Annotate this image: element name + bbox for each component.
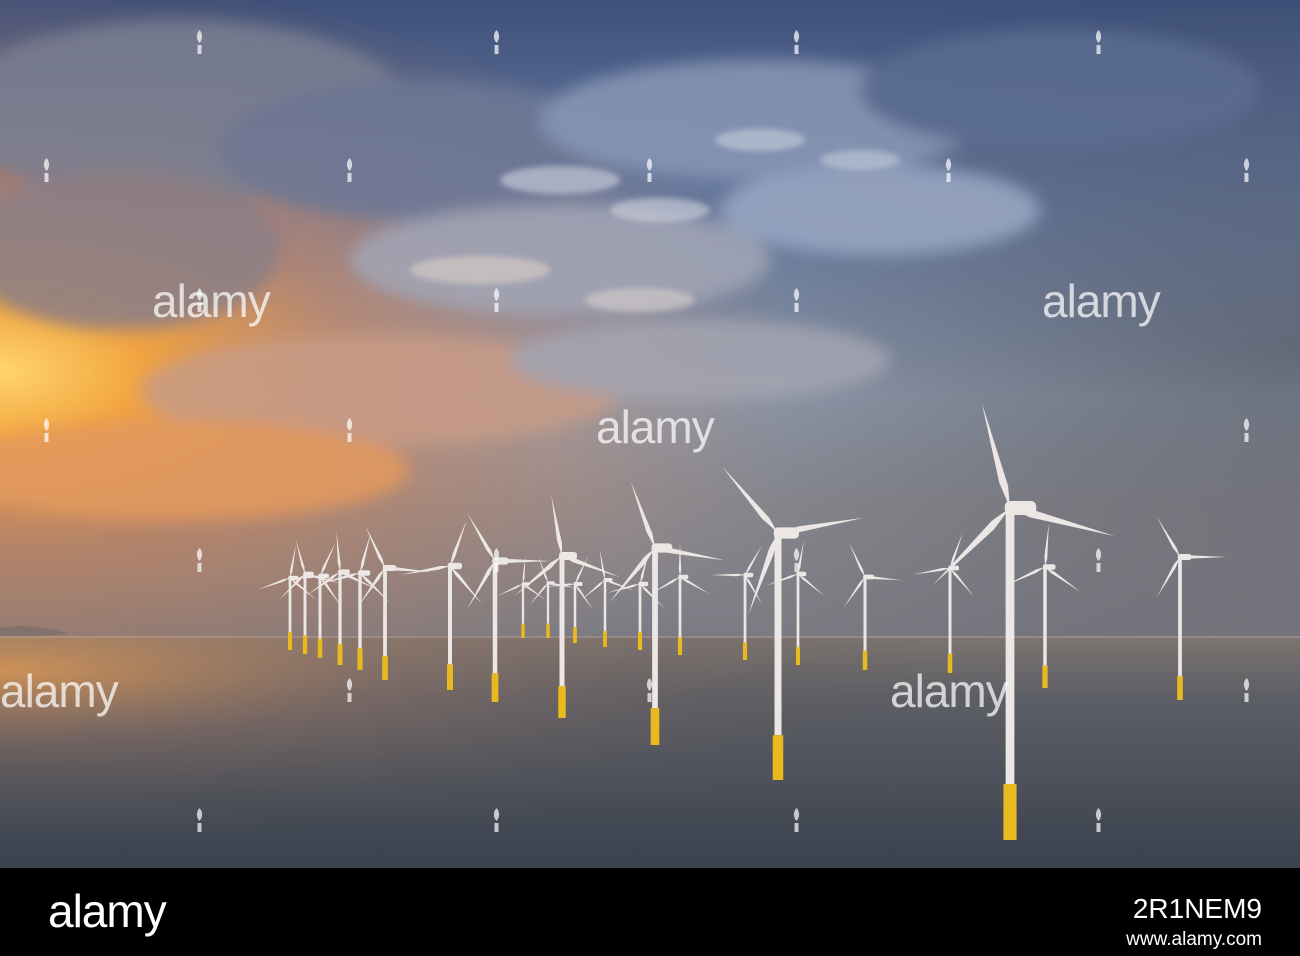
turbine-foundation [603, 631, 607, 647]
turbine-tower [559, 556, 565, 686]
turbine-foundation [742, 642, 748, 660]
turbine-tower [948, 568, 952, 654]
image-id: 2R1NEM9 [1132, 893, 1262, 924]
turbine-foundation [1042, 665, 1048, 688]
turbine-tower [288, 578, 292, 633]
turbine-foundation [337, 644, 343, 665]
turbine-nacelle [1042, 564, 1056, 570]
turbine-tower [1178, 557, 1182, 676]
turbine-nacelle [318, 573, 329, 579]
turbine-tower [678, 577, 682, 638]
turbine-tower [303, 574, 307, 636]
turbine-foundation [317, 638, 323, 658]
turbine-foundation [772, 735, 784, 780]
turbine-tower [573, 584, 577, 627]
turbine-nacelle [651, 543, 673, 553]
turbine-tower [492, 561, 498, 674]
turbine-tower [638, 584, 642, 633]
turbine-nacelle [743, 572, 754, 578]
turbine-nacelle [492, 557, 509, 565]
turbine-nacelle [1004, 501, 1037, 515]
turbine-foundation [302, 635, 308, 654]
turbine-foundation [382, 656, 388, 680]
turbine-nacelle [338, 569, 350, 575]
turbine-foundation [491, 673, 499, 702]
turbine-foundation [947, 653, 953, 673]
turbine-foundation [1177, 676, 1183, 700]
turbine-tower [1005, 508, 1015, 784]
turbine-nacelle [357, 570, 371, 576]
turbine-nacelle [603, 578, 613, 582]
turbine-nacelle [796, 571, 807, 577]
turbine-nacelle [559, 552, 577, 560]
turbine-tower [652, 548, 658, 709]
photo: alamy alamy alamy alamy alamy [0, 0, 1300, 868]
turbine-tower [743, 575, 747, 643]
turbine-foundation [558, 686, 566, 718]
turbine-foundation [650, 708, 660, 745]
turbine-tower [1043, 567, 1047, 666]
turbine-tower [546, 583, 550, 624]
turbine-nacelle [382, 565, 397, 571]
turbine-nacelle [638, 581, 649, 587]
turbine-tower [603, 580, 607, 631]
turbine-tower [863, 577, 867, 651]
turbine-tower [383, 568, 387, 656]
turbine-foundation [862, 650, 868, 670]
turbine-foundation [287, 632, 293, 650]
turbine-tower [796, 574, 800, 648]
turbine-nacelle [1177, 554, 1192, 560]
turbine-tower [448, 566, 452, 665]
turbine-foundation [573, 627, 577, 643]
turbine-nacelle [546, 581, 555, 585]
footer-bar: alamy 2R1NEM9 www.alamy.com [0, 868, 1300, 956]
turbine-foundation [1003, 784, 1017, 840]
footer-url[interactable]: www.alamy.com [1126, 930, 1262, 949]
turbine-nacelle [773, 527, 799, 539]
turbine-foundation [521, 623, 525, 638]
turbine-nacelle [573, 582, 583, 586]
footer-logo[interactable]: alamy [48, 888, 167, 934]
turbine-nacelle [678, 574, 689, 580]
turbine-nacelle [863, 574, 874, 580]
wind-farm-scene [0, 0, 1300, 868]
turbine-tower [774, 533, 782, 736]
turbine-foundation [677, 637, 683, 655]
turbine-foundation [357, 648, 363, 670]
turbine-nacelle [447, 562, 462, 570]
turbine-foundation [447, 664, 453, 690]
turbine-tower [358, 573, 362, 649]
turbine-tower [338, 572, 342, 645]
turbine-foundation [546, 623, 550, 638]
turbine-foundation [795, 647, 801, 665]
turbine-foundation [637, 632, 643, 650]
